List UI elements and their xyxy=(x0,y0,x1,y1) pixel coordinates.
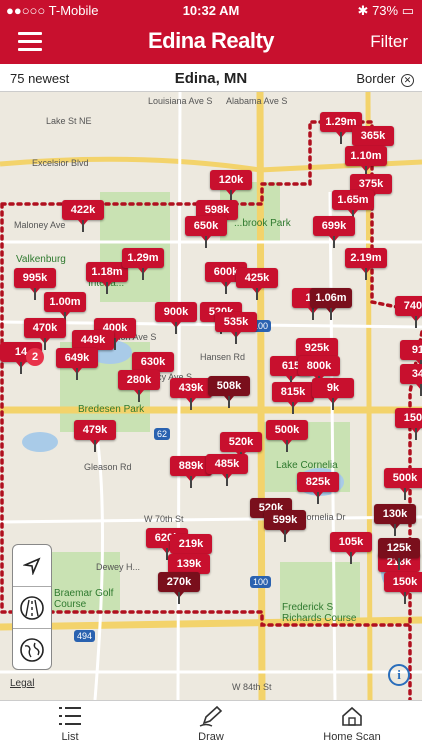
listing-pin[interactable]: 340 xyxy=(400,364,422,396)
listing-pin[interactable]: 449k xyxy=(72,330,114,362)
tab-home-scan[interactable]: Home Scan xyxy=(302,705,402,743)
map-tools xyxy=(12,544,52,670)
park-label: ...brook Park xyxy=(234,218,291,229)
park-label: Valkenburg xyxy=(16,254,66,265)
listing-pin[interactable]: 995k xyxy=(14,268,56,300)
listing-pin[interactable]: 270k xyxy=(158,572,200,604)
park-label: Braemar Golf Course xyxy=(54,588,114,610)
tab-label: Home Scan xyxy=(323,731,381,743)
tab-label: Draw xyxy=(198,731,224,743)
listing-pin[interactable]: 485k xyxy=(206,454,248,486)
nav-bar: Edina Realty Filter xyxy=(0,22,422,64)
listing-pin[interactable]: 2.19m xyxy=(345,248,387,280)
listing-pin[interactable]: 479k xyxy=(74,420,116,452)
listing-pin[interactable]: 139k xyxy=(168,554,210,586)
street-label: Gleason Rd xyxy=(84,462,132,472)
listing-pin[interactable]: 425k xyxy=(236,268,278,300)
listing-pin[interactable]: 500k xyxy=(384,468,422,500)
border-label: Border xyxy=(356,71,396,86)
pencil-icon xyxy=(199,705,223,727)
park-label: Bredesen Park xyxy=(78,404,145,415)
listing-pin[interactable]: 439k xyxy=(170,378,212,410)
street-label: Excelsior Blvd xyxy=(32,158,89,168)
filter-button[interactable]: Filter xyxy=(370,32,408,52)
tab-draw[interactable]: Draw xyxy=(161,705,261,743)
listing-pin[interactable]: 800k xyxy=(298,356,340,388)
listing-pin[interactable]: 825k xyxy=(297,472,339,504)
listing-pin[interactable]: 599k xyxy=(264,510,306,542)
street-label: W 70th St xyxy=(144,514,184,524)
map-view[interactable]: Lake St NE Excelsior Blvd Maloney Ave Va… xyxy=(0,92,422,700)
battery-percent: 73% xyxy=(372,3,399,18)
listing-pin[interactable]: 520k xyxy=(220,432,262,464)
park-label: Frederick S Richards Course xyxy=(282,602,357,624)
listing-pin[interactable]: 650k xyxy=(185,216,227,248)
listing-pin[interactable]: 699k xyxy=(313,216,355,248)
listing-pin[interactable]: 365k xyxy=(352,126,394,158)
listing-pin[interactable]: 925k xyxy=(296,338,338,370)
listing-pin[interactable]: 815k xyxy=(272,382,314,414)
home-scan-icon xyxy=(342,706,362,726)
highway-shield: 100 xyxy=(250,576,272,588)
listing-pin[interactable]: 500k xyxy=(266,420,308,452)
street-label: Lake St NE xyxy=(46,116,92,126)
tab-list[interactable]: List xyxy=(20,705,120,743)
street-label: Cornelia Dr xyxy=(300,512,346,522)
street-label: Maloney Ave xyxy=(14,220,66,230)
listing-pin[interactable]: 422k xyxy=(62,200,104,232)
listing-pin[interactable]: 1.00m xyxy=(44,292,86,324)
border-toggle[interactable]: Border ✕ xyxy=(356,71,414,87)
street-label: Hansen Rd xyxy=(200,352,246,362)
listing-pin[interactable]: 125k xyxy=(378,538,420,570)
location-arrow-icon[interactable] xyxy=(13,545,51,587)
listing-pin[interactable]: 470k xyxy=(24,318,66,350)
street-label: W 84th St xyxy=(232,682,272,692)
street-label: Alabama Ave S xyxy=(226,96,288,106)
listing-pin[interactable]: 910 xyxy=(400,340,422,372)
listing-pin[interactable]: 630k xyxy=(132,352,174,384)
info-icon[interactable]: i xyxy=(388,664,410,686)
listing-pin[interactable]: 1.10m xyxy=(345,146,387,178)
globe-icon[interactable] xyxy=(13,629,51,671)
listing-pin[interactable]: 900k xyxy=(155,302,197,334)
listing-pin[interactable]: 508k xyxy=(208,376,250,408)
cluster-badge[interactable]: 2 xyxy=(26,348,44,366)
battery: ✱ 73% ▭ xyxy=(357,3,414,18)
search-summary-bar: 75 newest Edina, MN Border ✕ xyxy=(0,64,422,92)
brand-logo: Edina Realty xyxy=(147,28,275,53)
listing-pin[interactable]: 280k xyxy=(118,370,160,402)
listing-pin[interactable]: 1.65m xyxy=(332,190,374,222)
listing-pin[interactable]: 150k xyxy=(395,408,422,440)
listing-pin[interactable]: 120k xyxy=(210,170,252,202)
street-label: Dewey H... xyxy=(96,562,141,572)
tab-label: List xyxy=(61,731,79,743)
park-label: Lake Cornelia xyxy=(276,460,338,471)
listing-pin[interactable]: 130k xyxy=(374,504,416,536)
listing-pin[interactable]: 150k xyxy=(384,572,422,604)
close-icon[interactable]: ✕ xyxy=(401,74,414,87)
road-icon[interactable] xyxy=(13,587,51,629)
listing-pin[interactable]: 9k xyxy=(312,378,354,410)
listing-pin[interactable]: 740k xyxy=(395,296,422,328)
listing-pin[interactable]: 105k xyxy=(330,532,372,564)
listing-pin[interactable]: 219k xyxy=(170,534,212,566)
list-icon xyxy=(59,707,81,725)
tab-bar: List Draw Home Scan xyxy=(0,700,422,750)
listing-pin[interactable]: 649k xyxy=(56,348,98,380)
highway-shield: 494 xyxy=(74,630,96,642)
listing-pin[interactable]: 1.06m xyxy=(310,288,352,320)
highway-shield: 62 xyxy=(154,428,171,440)
status-bar: ●●○○○ T-Mobile 10:32 AM ✱ 73% ▭ xyxy=(0,0,422,22)
listing-pin[interactable]: 535k xyxy=(215,312,257,344)
listing-pin[interactable]: 1.29m xyxy=(122,248,164,280)
legal-link[interactable]: Legal xyxy=(10,678,34,689)
street-label: Louisiana Ave S xyxy=(148,96,213,106)
